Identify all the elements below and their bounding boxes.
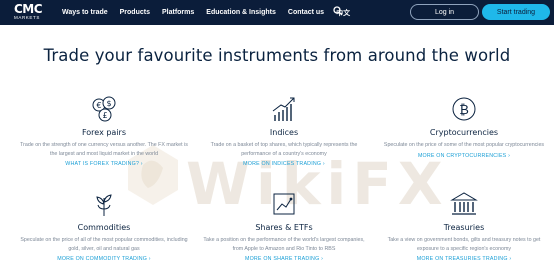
- card-description: Speculate on the price of all of the mos…: [20, 237, 188, 252]
- svg-text:£: £: [102, 111, 107, 120]
- rising-chart-icon: [272, 97, 295, 121]
- start-trading-button[interactable]: Start trading: [482, 4, 550, 20]
- nav-links: Ways to trade Products Platforms Educati…: [62, 0, 362, 25]
- nav-ways-to-trade[interactable]: Ways to trade: [62, 9, 108, 16]
- card-indices: Indices Trade on a basket of top shares,…: [198, 95, 370, 167]
- card-title: Shares & ETFs: [255, 223, 313, 232]
- svg-text:₿: ₿: [459, 103, 469, 118]
- nav-education-insights[interactable]: Education & Insights: [206, 9, 276, 16]
- card-title: Commodities: [77, 223, 131, 232]
- card-description: Take a view on government bonds, gilts a…: [387, 237, 541, 252]
- card-title: Treasuries: [443, 223, 485, 232]
- bitcoin-icon: ₿: [452, 97, 476, 121]
- card-description: Trade on the strength of one currency ve…: [20, 142, 188, 157]
- indices-link[interactable]: MORE ON INDICES TRADING ›: [198, 161, 370, 167]
- search-icon[interactable]: [333, 6, 343, 16]
- nav-products[interactable]: Products: [120, 9, 150, 16]
- card-cryptocurrencies: ₿ Cryptocurrencies Speculate on the pric…: [378, 95, 550, 159]
- card-description: Speculate on the price of some of the mo…: [383, 142, 545, 148]
- card-description: Trade on a basket of top shares, which t…: [210, 142, 358, 157]
- bank-building-icon: [450, 192, 478, 215]
- card-title: Cryptocurrencies: [429, 128, 499, 137]
- card-description: Take a position on the performance of th…: [203, 237, 365, 252]
- share-chart-icon: [273, 193, 295, 215]
- card-shares-etfs: Shares & ETFs Take a position on the per…: [198, 190, 370, 262]
- card-forex: € $ £ Forex pairs Trade on the strength …: [18, 95, 190, 167]
- svg-text:$: $: [106, 99, 111, 108]
- logo-mark: CMC: [14, 2, 43, 16]
- logo-subtitle: MARKETS: [14, 15, 40, 20]
- currency-coins-icon: € $ £: [92, 96, 116, 122]
- commodities-link[interactable]: MORE ON COMMODITY TRADING ›: [18, 256, 190, 262]
- forex-link[interactable]: WHAT IS FOREX TRADING? ›: [18, 161, 190, 167]
- top-navigation-bar: CMC MARKETS Ways to trade Products Platf…: [0, 0, 554, 25]
- card-commodities: Commodities Speculate on the price of al…: [18, 190, 190, 262]
- nav-platforms[interactable]: Platforms: [162, 9, 194, 16]
- page-headline: Trade your favourite instruments from ar…: [43, 46, 511, 65]
- login-button[interactable]: Log in: [410, 4, 479, 20]
- crypto-link[interactable]: MORE ON CRYPTOCURRENCIES ›: [378, 153, 550, 159]
- treasuries-link[interactable]: MORE ON TREASURIES TRADING ›: [378, 256, 550, 262]
- card-treasuries: Treasuries Take a view on government bon…: [378, 190, 550, 262]
- shares-link[interactable]: MORE ON SHARE TRADING ›: [198, 256, 370, 262]
- cmc-markets-logo[interactable]: CMC MARKETS: [14, 3, 48, 22]
- plant-icon: [96, 194, 112, 216]
- nav-contact-us[interactable]: Contact us: [288, 9, 324, 16]
- svg-text:€: €: [96, 101, 101, 110]
- card-title: Forex pairs: [81, 128, 127, 137]
- card-title: Indices: [269, 128, 299, 137]
